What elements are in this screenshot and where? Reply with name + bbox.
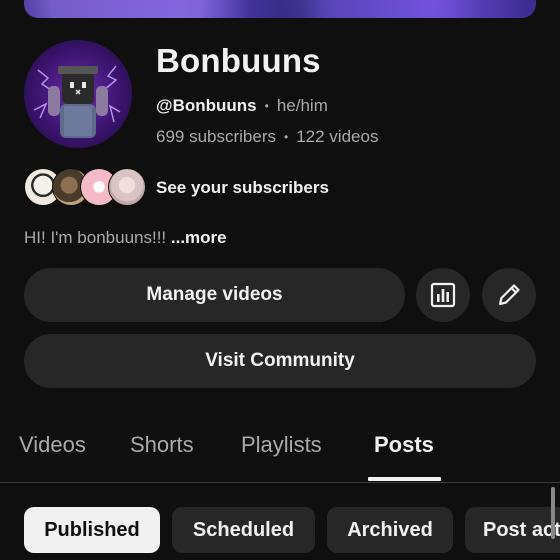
- chip-published[interactable]: Published: [24, 507, 160, 553]
- channel-tabs: Videos Shorts Playlists Posts: [0, 424, 560, 482]
- tabs-divider: [0, 482, 560, 483]
- chip-scheduled[interactable]: Scheduled: [172, 507, 315, 553]
- video-count: 122 videos: [296, 127, 379, 146]
- channel-pronouns: he/him: [276, 96, 328, 115]
- chip-archived[interactable]: Archived: [327, 507, 453, 553]
- channel-bio[interactable]: HI! I'm bonbuuns!!! ...more: [24, 228, 227, 248]
- analytics-button[interactable]: [416, 268, 470, 322]
- channel-banner[interactable]: [24, 0, 536, 18]
- avatar-artwork: [33, 65, 121, 138]
- bio-more-link[interactable]: ...more: [171, 228, 227, 247]
- pencil-icon: [498, 284, 520, 306]
- bio-text: HI! I'm bonbuuns!!!: [24, 228, 171, 247]
- subscriber-avatars: [24, 168, 146, 206]
- tab-playlists[interactable]: Playlists: [241, 432, 322, 458]
- separator-dot: •: [264, 99, 269, 113]
- subscribers-preview[interactable]: [24, 168, 146, 206]
- manage-videos-button[interactable]: Manage videos: [24, 268, 405, 322]
- analytics-icon: [430, 282, 456, 308]
- channel-avatar[interactable]: [24, 40, 132, 148]
- subscriber-avatar: [108, 168, 146, 206]
- chip-post-activity[interactable]: Post acti: [465, 507, 560, 553]
- edit-channel-button[interactable]: [482, 268, 536, 322]
- separator-dot: •: [284, 130, 289, 144]
- channel-handle: @Bonbuuns: [156, 96, 257, 115]
- subscriber-count: 699 subscribers: [156, 127, 277, 146]
- scrollbar[interactable]: [551, 487, 555, 539]
- channel-page: Bonbuuns @Bonbuuns • he/him 699 subscrib…: [0, 0, 560, 560]
- tab-shorts[interactable]: Shorts: [130, 432, 194, 458]
- channel-stats: 699 subscribers • 122 videos: [156, 127, 378, 147]
- channel-handle-row: @Bonbuuns • he/him: [156, 96, 328, 116]
- tab-videos[interactable]: Videos: [19, 432, 86, 458]
- see-subscribers-link[interactable]: See your subscribers: [156, 178, 329, 198]
- active-tab-indicator: [368, 477, 441, 481]
- tab-posts[interactable]: Posts: [374, 432, 434, 458]
- visit-community-button[interactable]: Visit Community: [24, 334, 536, 388]
- channel-name: Bonbuuns: [156, 42, 321, 79]
